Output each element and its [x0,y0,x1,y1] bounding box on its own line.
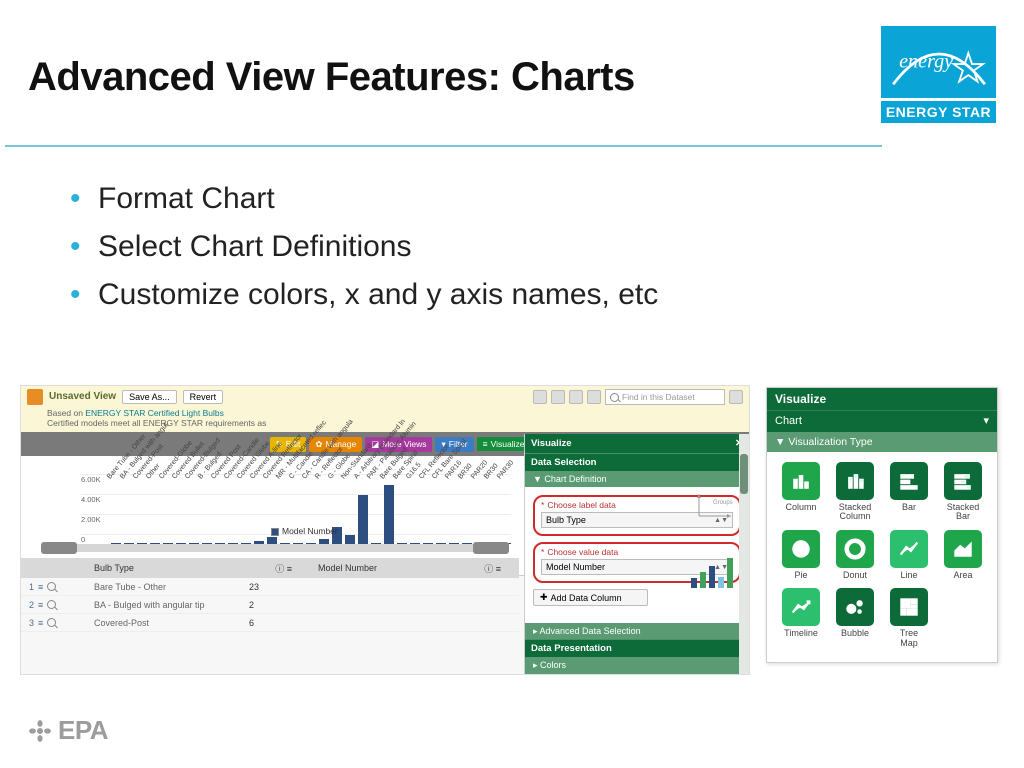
separator-line [5,145,882,147]
search-input[interactable]: Find in this Dataset [605,389,725,405]
fullscreen-icon[interactable] [729,390,743,404]
viz-type-label: Bubble [841,629,869,638]
list-icon[interactable] [551,390,565,404]
viz-title: Visualize [767,388,997,410]
viz-type-line[interactable]: Line [885,530,933,580]
visualize-button[interactable]: ≡ Visualize [477,437,531,451]
chart-scrubber[interactable] [41,544,509,552]
save-as-button[interactable]: Save As... [122,390,177,404]
data-table-header: Bulb Type ⓘ ≡ Model Number ⓘ ≡ [21,558,519,578]
panel-subsection[interactable]: ▼ Chart Definition [525,471,749,487]
logo-script-text: energy [899,51,953,73]
line-icon [890,530,928,568]
bullet-item: Select Chart Definitions [70,230,954,264]
viz-type-bar[interactable]: Bar [885,462,933,522]
viz-type-column[interactable]: Column [777,462,825,522]
epa-text: EPA [58,715,108,746]
viz-type-label: Bar [902,503,916,512]
chart-bar [267,537,277,544]
bullet-list: Format Chart Select Chart Definitions Cu… [70,182,954,326]
viz-type-area[interactable]: Area [939,530,987,580]
energy-star-logo: energy ENERGY STAR [881,26,996,123]
viz-type-stacked-column[interactable]: StackedColumn [831,462,879,522]
area-icon [944,530,982,568]
table-row[interactable]: 3≡Covered-Post6 [21,614,519,632]
colors-section[interactable]: ▸ Colors [525,657,749,674]
chevron-down-icon: ▾ [983,414,989,427]
axis-glyph: Groups [695,490,735,520]
viz-section[interactable]: ▼ Visualization Type [767,432,997,452]
viz-type-label: StackedColumn [839,503,872,522]
donut-icon [836,530,874,568]
expand-icon[interactable] [587,390,601,404]
search-icon [610,393,619,402]
view-toolbar: Unsaved View Save As... Revert Find in t… [21,386,749,408]
col-header-model[interactable]: Model Number [310,563,450,573]
viz-type-timeline[interactable]: Timeline [777,588,825,648]
x-axis-labels: Bare Tube - OtherBA - Bulged with angulC… [106,474,499,516]
viz-type-label: StackedBar [947,503,980,522]
viz-type-label: Donut [843,571,867,580]
table-row[interactable]: 2≡BA - Bulged with angular tip2 [21,596,519,614]
viz-type-pie[interactable]: Pie [777,530,825,580]
viz-type-label: TreeMap [900,629,918,648]
tree-map-icon [890,588,928,626]
viz-type-label: Column [785,503,816,512]
data-table-body: 1≡Bare Tube - Other232≡BA - Bulged with … [21,578,519,632]
viz-type-label: Line [900,571,917,580]
viz-type-stacked-bar[interactable]: StackedBar [939,462,987,522]
chart-bar [345,535,355,544]
panel-section: Data Selection [525,453,749,471]
viz-type-grid: Column StackedColumn Bar StackedBar Pie Donut… [767,452,997,662]
card-icon[interactable] [569,390,583,404]
footer-logo: EPA [28,715,108,746]
grid-icon[interactable] [533,390,547,404]
revert-button[interactable]: Revert [183,390,224,404]
screenshot-dataset-view: Unsaved View Save As... Revert Find in t… [20,385,750,675]
panel-scrollbar[interactable] [739,434,749,674]
dataset-link[interactable]: ENERGY STAR Certified Light Bulbs [85,408,224,418]
bar-icon [890,462,928,500]
advanced-data-selection[interactable]: ▸ Advanced Data Selection [525,623,749,640]
visualize-panel: Visualize✕ Data Selection ▼ Chart Defini… [524,434,749,674]
viz-type-label: Pie [794,571,807,580]
mini-bars-glyph [691,554,735,588]
dataset-icon [27,389,43,405]
logo-label: ENERGY STAR [881,98,996,123]
bullet-item: Customize colors, x and y axis names, et… [70,278,954,312]
add-data-column-button[interactable]: ✚ Add Data Column [533,589,648,606]
epa-flower-icon [28,719,52,743]
page-title: Advanced View Features: Charts [28,55,635,100]
timeline-icon [782,588,820,626]
panel-title: Visualize [531,438,572,449]
view-subtitle: Based on ENERGY STAR Certified Light Bul… [21,408,749,432]
bubble-icon [836,588,874,626]
stacked-bar-icon [944,462,982,500]
bullet-item: Format Chart [70,182,954,216]
viz-type-tree-map[interactable]: TreeMap [885,588,933,648]
view-name: Unsaved View [49,391,116,402]
viz-type-donut[interactable]: Donut [831,530,879,580]
col-header-bulb[interactable]: Bulb Type [86,563,241,573]
chart-legend: Model Number [271,526,338,536]
viz-type-label: Area [953,571,972,580]
stacked-column-icon [836,462,874,500]
view-mode-tools: Find in this Dataset [533,386,743,408]
data-presentation-section[interactable]: Data Presentation [525,639,749,657]
viz-type-label: Timeline [784,629,818,638]
table-row[interactable]: 1≡Bare Tube - Other23 [21,578,519,596]
screenshot-visualization-type: Visualize Chart▾ ▼ Visualization Type Co… [766,387,998,663]
pie-icon [782,530,820,568]
viz-type-bubble[interactable]: Bubble [831,588,879,648]
chart-dropdown[interactable]: Chart▾ [767,410,997,432]
column-icon [782,462,820,500]
svg-text:Groups: Groups [713,500,733,506]
